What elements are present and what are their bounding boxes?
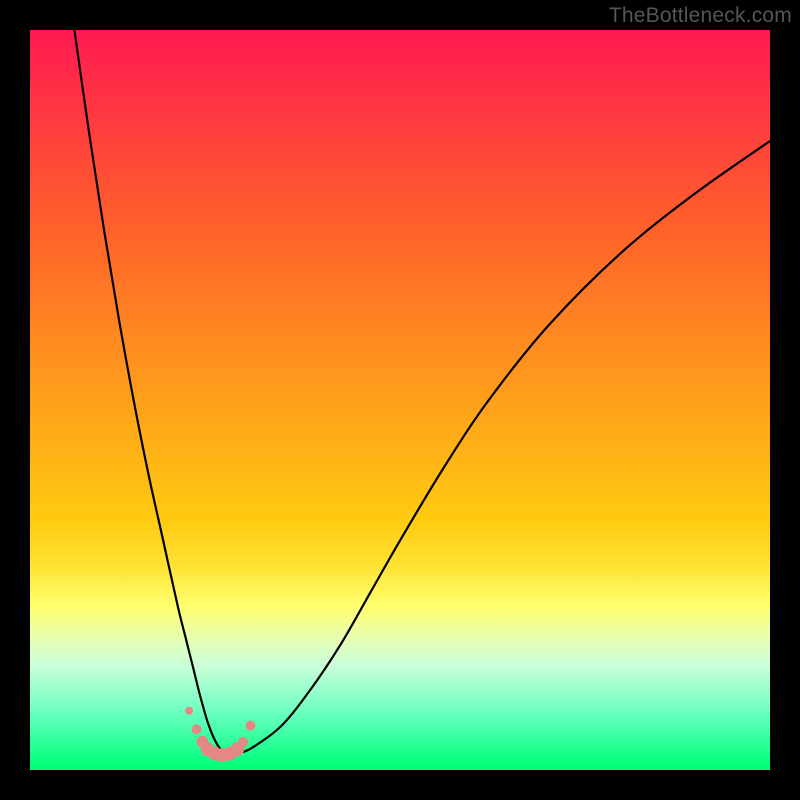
- bottom-dot: [238, 737, 248, 747]
- bottom-dot: [192, 724, 202, 734]
- chart-svg: [30, 30, 770, 770]
- bottom-dots-group: [185, 707, 255, 762]
- outer-black-frame: TheBottleneck.com: [0, 0, 800, 800]
- bottleneck-curve: [74, 30, 770, 755]
- bottom-dot: [246, 721, 256, 731]
- watermark-text: TheBottleneck.com: [609, 4, 792, 28]
- bottom-dot: [185, 707, 193, 715]
